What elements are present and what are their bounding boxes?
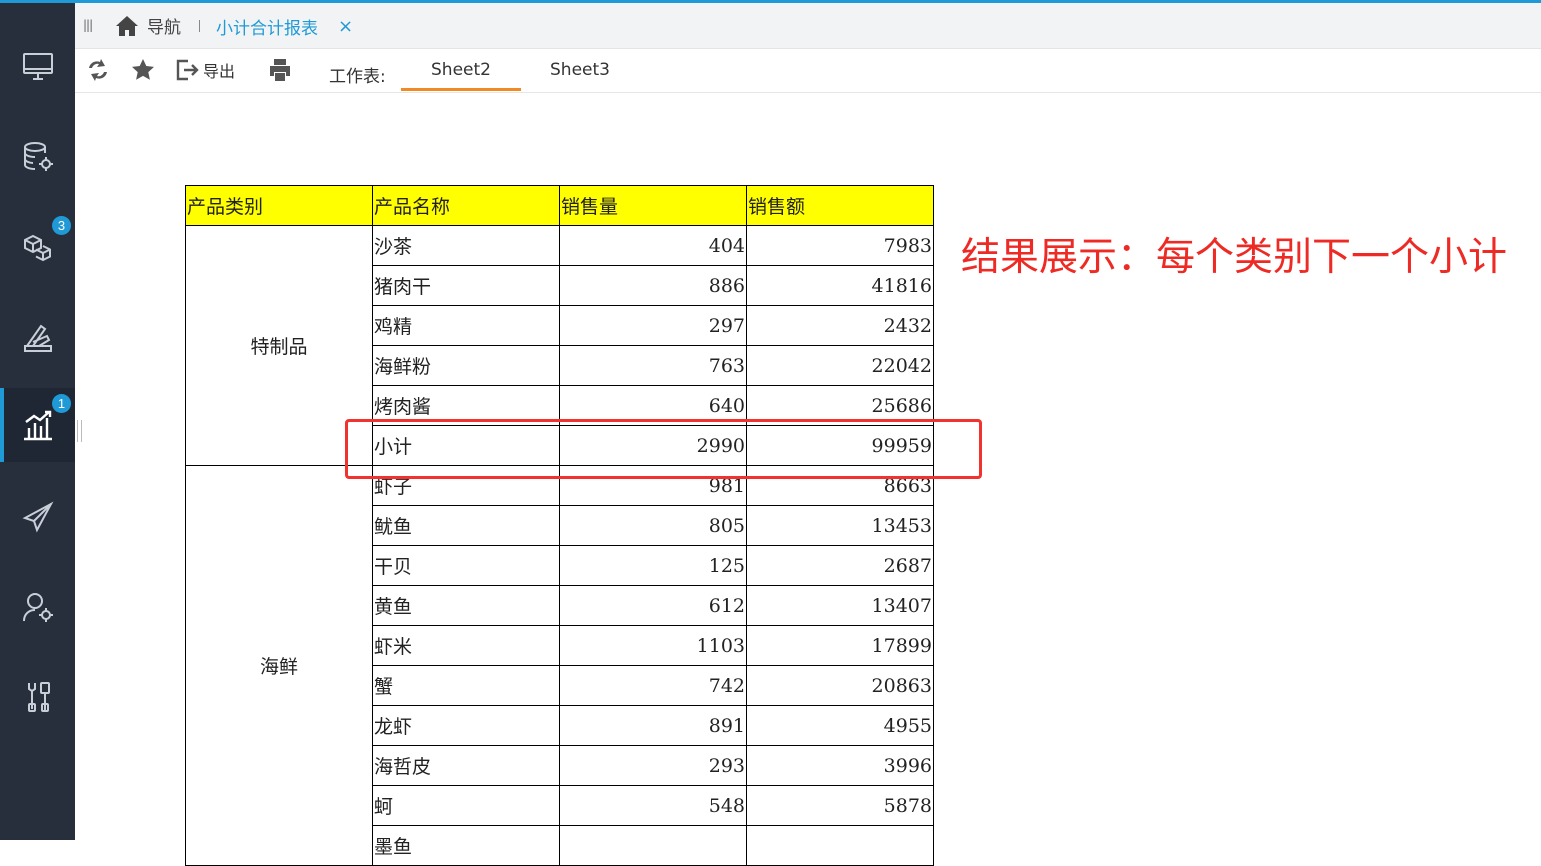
sales-qty-cell: 886 [559,265,747,306]
tab-separator [199,20,200,32]
worksheet-label: 工作表: [329,67,386,87]
sidebar-resize-handle[interactable] [77,420,82,442]
monitor-icon [22,53,53,80]
sales-qty-cell: 612 [559,585,747,626]
bar-chart-icon [23,410,52,441]
sales-qty-cell: 404 [559,225,747,266]
sales-qty-cell: 891 [559,705,747,746]
sidebar-item-tools[interactable] [0,660,75,734]
product-name-cell: 虾米 [372,625,560,666]
product-name-cell: 墨鱼 [372,825,560,866]
tab-subtotal-report[interactable]: 小计合计报表 × [216,14,353,39]
sheet-tab-sheet3[interactable]: Sheet3 [520,60,640,90]
product-name-cell: 猪肉干 [372,265,560,306]
pen-ruler-icon [23,324,52,352]
sidebar-item-design[interactable] [0,300,75,374]
sales-qty-cell [559,825,747,866]
sales-qty-cell: 805 [559,505,747,546]
refresh-icon [89,59,107,81]
sales-amount-cell: 13453 [746,505,934,546]
sales-qty-cell: 548 [559,785,747,826]
sales-amount-cell: 17899 [746,625,934,666]
favorite-button[interactable] [131,58,155,82]
sidebar-item-models[interactable]: 3 [0,210,75,284]
sheet-tab-sheet2[interactable]: Sheet2 [401,60,521,91]
sales-amount-cell: 2687 [746,545,934,586]
sidebar: 3 1 [0,3,75,840]
product-name-cell: 黄鱼 [372,585,560,626]
sales-qty-cell: 763 [559,345,747,386]
tab-bar: ||| 导航 小计合计报表 × [75,3,1541,49]
sales-qty-cell: 125 [559,545,747,586]
printer-icon [270,59,290,81]
sidebar-item-publish[interactable] [0,480,75,554]
close-icon[interactable]: × [338,16,353,37]
export-icon [176,59,199,81]
user-gear-icon [22,593,53,622]
tools-icon [27,682,50,712]
cubes-icon [23,234,51,262]
sales-amount-cell: 22042 [746,345,934,386]
tab-navigation-label: 导航 [147,18,181,38]
header-cell: 产品名称 [372,185,560,226]
sales-qty-cell: 1103 [559,625,747,666]
header-cell: 产品类别 [185,185,373,226]
subtotal-highlight-box [345,419,982,479]
paper-plane-icon [21,501,53,533]
menu-toggle-icon[interactable]: ||| [83,18,93,32]
report-toolbar: 导出 工作表: Sheet2 Sheet3 [75,49,1541,93]
sales-amount-cell: 41816 [746,265,934,306]
sales-qty-cell: 293 [559,745,747,786]
sales-amount-cell: 3996 [746,745,934,786]
sales-amount-cell: 4955 [746,705,934,746]
sidebar-badge: 3 [52,216,71,235]
database-gear-icon [23,142,53,171]
product-name-cell: 海哲皮 [372,745,560,786]
product-name-cell: 鱿鱼 [372,505,560,546]
sidebar-item-reports[interactable]: 1 [0,388,75,462]
sales-amount-cell: 2432 [746,305,934,346]
sidebar-item-users[interactable] [0,570,75,644]
sales-qty-cell: 297 [559,305,747,346]
tab-label: 小计合计报表 [216,19,318,39]
sidebar-badge: 1 [52,394,71,413]
export-label: 导出 [203,62,236,81]
sidebar-item-monitor[interactable] [0,30,75,104]
refresh-button[interactable] [86,58,110,82]
sales-amount-cell: 7983 [746,225,934,266]
star-icon [132,59,154,80]
sales-amount-cell: 5878 [746,785,934,826]
sidebar-item-data[interactable] [0,120,75,194]
header-cell: 销售量 [559,185,747,226]
header-cell: 销售额 [746,185,934,226]
product-name-cell: 鸡精 [372,305,560,346]
sales-qty-cell: 742 [559,665,747,706]
product-name-cell: 蟹 [372,665,560,706]
annotation-text: 结果展示：每个类别下一个小计 [961,235,1508,280]
print-button[interactable] [268,58,292,82]
sales-amount-cell: 20863 [746,665,934,706]
product-name-cell: 干贝 [372,545,560,586]
table-row: 特制品 沙茶 404 7983 [185,225,934,466]
tab-navigation[interactable]: 导航 [115,13,181,38]
sales-amount-cell [746,825,934,866]
home-icon [116,15,138,36]
sales-amount-cell: 13407 [746,585,934,626]
category-cell: 海鲜 [185,465,373,866]
product-name-cell: 沙茶 [372,225,560,266]
product-name-cell: 海鲜粉 [372,345,560,386]
table-header-row: 产品类别 产品名称 销售量 销售额 [185,185,934,226]
export-button[interactable]: 导出 [175,58,235,82]
product-name-cell: 龙虾 [372,705,560,746]
report-table: 产品类别 产品名称 销售量 销售额 特制品 沙茶 404 7983 猪肉干 88… [185,185,934,866]
product-name-cell: 蚵 [372,785,560,826]
